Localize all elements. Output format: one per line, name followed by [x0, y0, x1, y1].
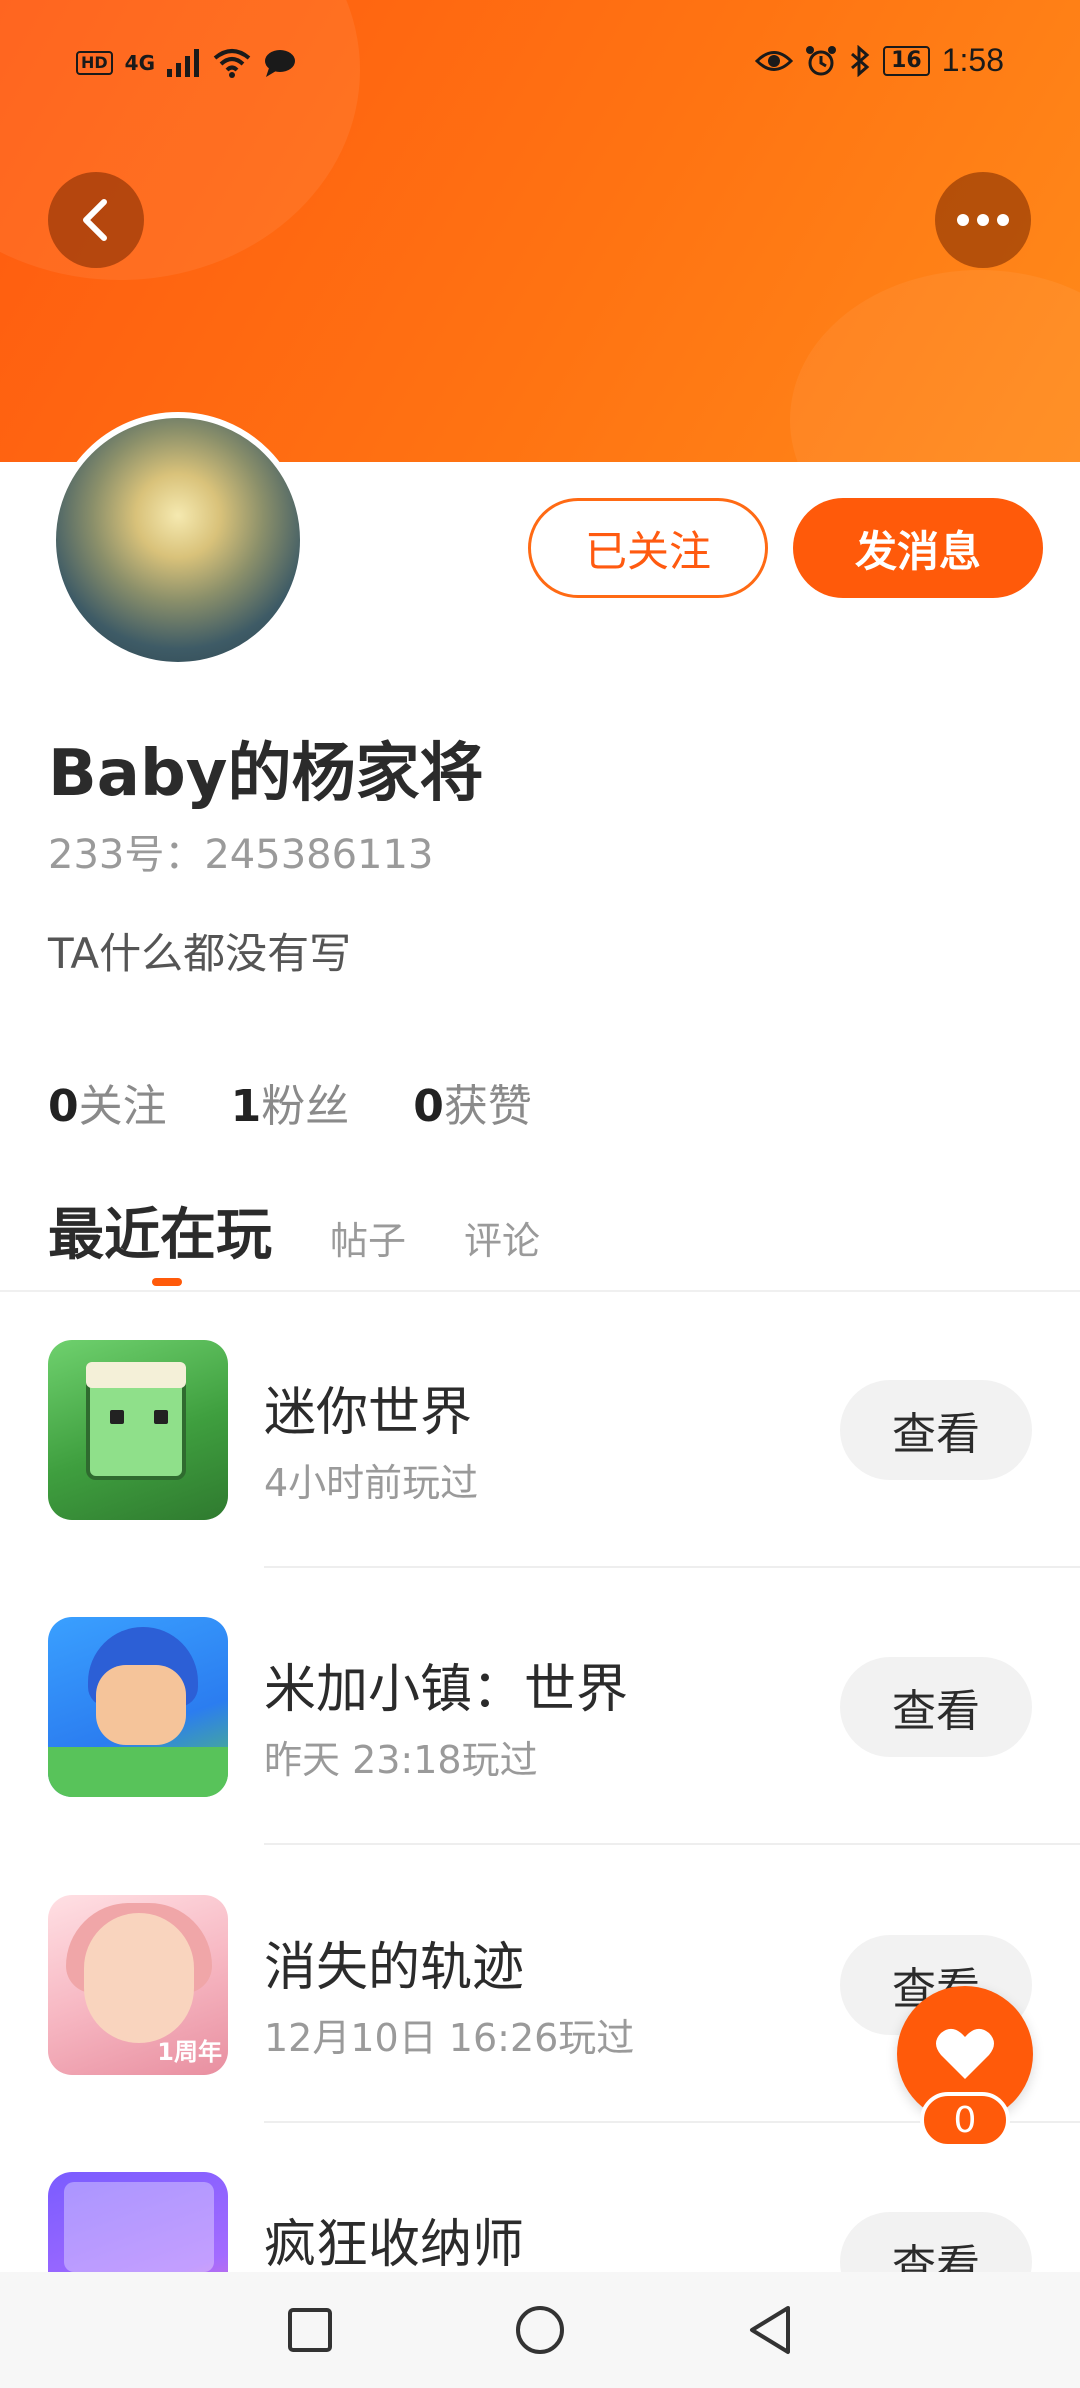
game-icon-crazy-organizer[interactable] — [48, 2172, 228, 2272]
send-message-button[interactable]: 发消息 — [793, 498, 1043, 598]
chat-bubble-icon — [265, 50, 296, 77]
triangle-back-icon[interactable] — [740, 2300, 800, 2360]
anniversary-tag: 1周年 — [157, 2038, 222, 2066]
network-type: 4G — [124, 51, 156, 75]
system-nav-bar — [0, 2272, 1080, 2388]
status-bar: HD 4G 16 1:58 — [0, 40, 1080, 90]
battery-icon: 16 — [883, 45, 930, 76]
status-left: HD 4G — [76, 48, 297, 78]
status-right: 16 1:58 — [755, 42, 1004, 79]
game-icon-lost-track[interactable]: 1周年 — [48, 1895, 228, 2075]
tab-recently-played[interactable]: 最近在玩 — [48, 1190, 272, 1286]
stat-following[interactable]: 0关注 — [48, 1070, 167, 1134]
game-title: 迷你世界 — [264, 1383, 473, 1443]
user-bio: TA什么都没有写 — [48, 929, 352, 978]
bluetooth-icon — [851, 44, 870, 77]
followed-button[interactable]: 已关注 — [528, 498, 768, 598]
list-item[interactable]: 迷你世界 4小时前玩过 查看 — [0, 1340, 1080, 1618]
circle-icon[interactable] — [510, 2300, 570, 2360]
game-icon-toca-world[interactable] — [48, 1617, 228, 1797]
divider — [264, 1566, 1080, 1568]
game-last-played: 4小时前玩过 — [264, 1461, 479, 1505]
divider — [264, 1843, 1080, 1845]
like-count-badge: 0 — [920, 2092, 1010, 2148]
stat-fans[interactable]: 1粉丝 — [231, 1070, 350, 1134]
stat-likes[interactable]: 0获赞 — [413, 1070, 532, 1134]
list-item[interactable]: 米加小镇：世界 昨天 23:18玩过 查看 — [0, 1617, 1080, 1895]
avatar[interactable] — [50, 412, 306, 668]
eye-icon — [755, 50, 794, 71]
game-last-played: 12月10日 16:26玩过 — [264, 2016, 635, 2060]
user-id: 233号：245386113 — [48, 832, 434, 878]
view-button[interactable]: 查看 — [840, 2212, 1032, 2272]
tab-comments[interactable]: 评论 — [464, 1210, 540, 1265]
game-icon-mini-world[interactable] — [48, 1340, 228, 1520]
hd-icon: HD — [76, 51, 113, 75]
view-button[interactable]: 查看 — [840, 1657, 1032, 1757]
tab-posts[interactable]: 帖子 — [330, 1210, 406, 1265]
more-options-button[interactable] — [935, 172, 1031, 268]
profile-tabs: 最近在玩 帖子 评论 — [48, 1190, 540, 1286]
square-icon[interactable] — [280, 2300, 340, 2360]
game-title: 米加小镇：世界 — [264, 1660, 629, 1720]
back-button[interactable] — [48, 172, 144, 268]
decor-circle — [790, 270, 1080, 462]
heart-icon — [936, 2028, 994, 2079]
divider — [0, 1290, 1080, 1292]
game-title: 疯狂收纳师 — [264, 2215, 525, 2272]
clock: 1:58 — [941, 42, 1004, 78]
game-last-played: 昨天 23:18玩过 — [264, 1738, 538, 1782]
wifi-icon — [213, 49, 251, 78]
alarm-icon — [806, 45, 837, 75]
view-button[interactable]: 查看 — [840, 1380, 1032, 1480]
profile-stats: 0关注 1粉丝 0获赞 — [48, 1070, 532, 1134]
chevron-left-icon — [83, 199, 107, 241]
profile-header-banner: HD 4G 16 1:58 — [0, 0, 1080, 462]
tab-indicator — [152, 1278, 182, 1286]
game-title: 消失的轨迹 — [264, 1938, 525, 1998]
more-dots-icon — [957, 214, 1009, 226]
username: Baby的杨家将 — [48, 737, 484, 811]
signal-icon — [167, 49, 200, 77]
list-item[interactable]: 疯狂收纳师 查看 — [0, 2172, 1080, 2272]
